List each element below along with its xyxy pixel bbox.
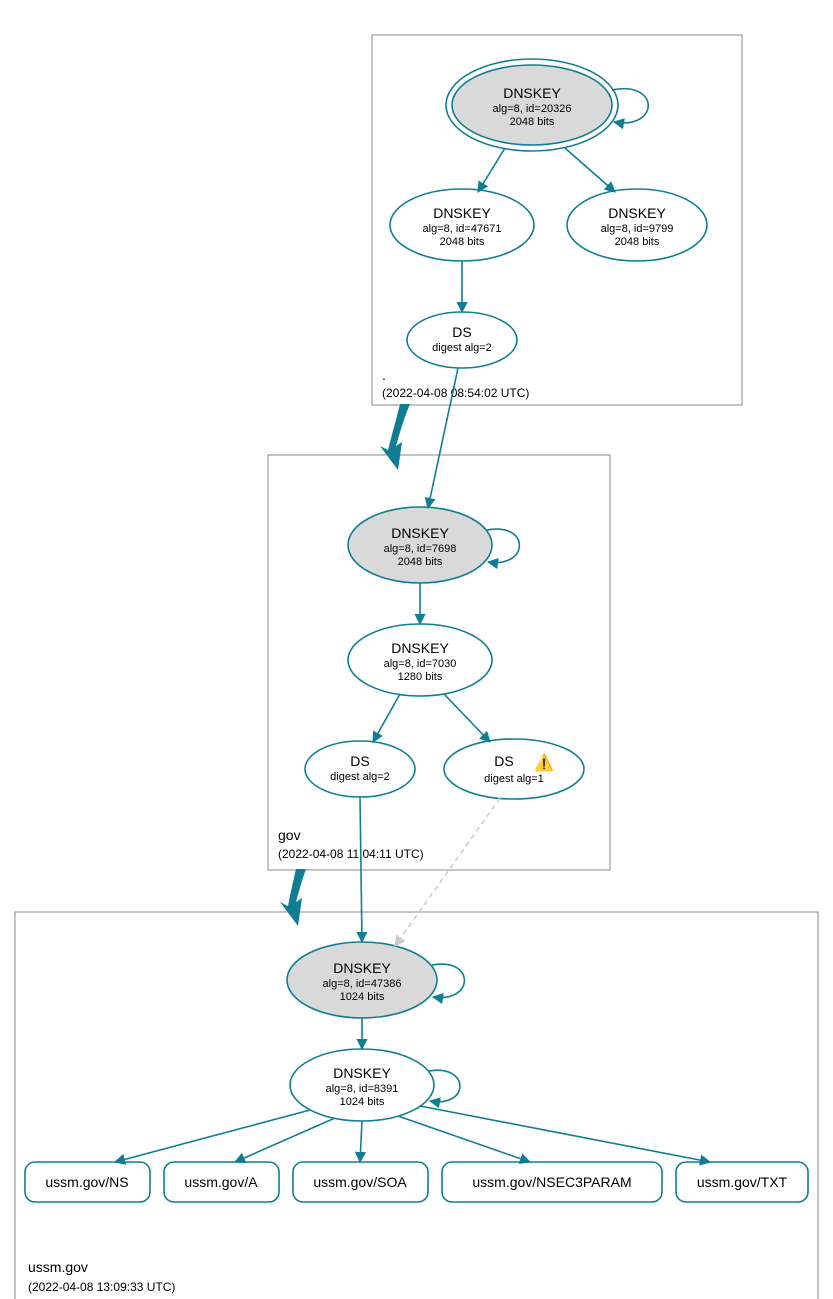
root-zsk2-sub1: alg=8, id=9799 [601, 223, 674, 235]
edge-zsk-soa [360, 1121, 362, 1162]
delegation-arrow-root-gov [380, 404, 410, 470]
node-rr-nsec3: ussm.gov/NSEC3PARAM [442, 1162, 662, 1202]
ussm-zsk-sub1: alg=8, id=8391 [326, 1083, 399, 1095]
root-ksk-title: DNSKEY [503, 85, 561, 101]
edge-govds2-ussmksk [395, 798, 500, 946]
ussm-ksk-title: DNSKEY [333, 960, 391, 976]
node-gov-ksk: DNSKEY alg=8, id=7698 2048 bits [348, 507, 492, 583]
edge-zsk-txt [420, 1106, 710, 1162]
node-root-ksk: DNSKEY alg=8, id=20326 2048 bits [446, 59, 618, 151]
zone-gov-timestamp: (2022-04-08 11:04:11 UTC) [278, 847, 424, 861]
gov-ksk-title: DNSKEY [391, 525, 449, 541]
edge-zsk-a [235, 1118, 335, 1162]
root-zsk1-title: DNSKEY [433, 205, 491, 221]
gov-ds2-sub1: digest alg=1 [484, 773, 544, 785]
ussm-ksk-sub1: alg=8, id=47386 [323, 978, 402, 990]
node-gov-zsk: DNSKEY alg=8, id=7030 1280 bits [348, 624, 492, 696]
gov-ds2-title: DS [494, 753, 513, 769]
gov-zsk-sub2: 1280 bits [398, 671, 443, 683]
zone-ussm-timestamp: (2022-04-08 13:09:33 UTC) [28, 1280, 175, 1294]
root-ds-title: DS [452, 324, 471, 340]
gov-ds1-title: DS [350, 753, 369, 769]
rr-a-label: ussm.gov/A [184, 1174, 258, 1190]
rr-txt-label: ussm.gov/TXT [697, 1174, 788, 1190]
edge-zsk-ns [115, 1110, 310, 1162]
edge-rootksk-zsk2 [565, 148, 615, 192]
node-rr-txt: ussm.gov/TXT [676, 1162, 808, 1202]
zone-gov-label: gov [278, 827, 301, 843]
warning-icon: ⚠️ [534, 753, 554, 772]
node-ussm-ksk: DNSKEY alg=8, id=47386 1024 bits [287, 942, 437, 1018]
node-gov-ds1: DS digest alg=2 [305, 741, 415, 797]
node-rr-soa: ussm.gov/SOA [293, 1162, 428, 1202]
edge-govzsk-ds2 [444, 694, 490, 742]
rr-ns-label: ussm.gov/NS [45, 1174, 128, 1190]
root-ksk-sub1: alg=8, id=20326 [493, 103, 572, 115]
dnssec-graph: . (2022-04-08 08:54:02 UTC) DNSKEY alg=8… [0, 0, 833, 1299]
root-zsk1-sub1: alg=8, id=47671 [423, 223, 502, 235]
node-rr-a: ussm.gov/A [164, 1162, 279, 1202]
edge-rootksk-zsk1 [478, 148, 505, 192]
root-ksk-sub2: 2048 bits [510, 116, 555, 128]
ussm-ksk-sub2: 1024 bits [340, 991, 385, 1003]
root-zsk1-sub2: 2048 bits [440, 236, 485, 248]
rr-soa-label: ussm.gov/SOA [313, 1174, 407, 1190]
delegation-arrow-gov-ussm [280, 869, 306, 926]
gov-ksk-sub2: 2048 bits [398, 556, 443, 568]
zone-root-timestamp: (2022-04-08 08:54:02 UTC) [382, 386, 529, 400]
node-rr-ns: ussm.gov/NS [25, 1162, 150, 1202]
zone-ussm-label: ussm.gov [28, 1259, 88, 1275]
gov-ksk-sub1: alg=8, id=7698 [384, 543, 457, 555]
zone-root-label: . [382, 367, 386, 383]
node-gov-ds2: DS ⚠️ digest alg=1 [444, 739, 584, 799]
ussm-zsk-title: DNSKEY [333, 1065, 391, 1081]
root-ds-sub1: digest alg=2 [432, 342, 492, 354]
root-zsk2-sub2: 2048 bits [615, 236, 660, 248]
node-root-zsk2: DNSKEY alg=8, id=9799 2048 bits [567, 189, 707, 261]
edge-govzsk-ds1 [373, 694, 400, 742]
node-ussm-zsk: DNSKEY alg=8, id=8391 1024 bits [290, 1049, 434, 1121]
edge-govds1-ussmksk [360, 797, 362, 942]
gov-zsk-sub1: alg=8, id=7030 [384, 658, 457, 670]
gov-ds1-sub1: digest alg=2 [330, 771, 390, 783]
node-root-zsk1: DNSKEY alg=8, id=47671 2048 bits [390, 189, 534, 261]
gov-zsk-title: DNSKEY [391, 640, 449, 656]
node-root-ds: DS digest alg=2 [407, 312, 517, 368]
root-zsk2-title: DNSKEY [608, 205, 666, 221]
rr-nsec3-label: ussm.gov/NSEC3PARAM [472, 1174, 631, 1190]
ussm-zsk-sub2: 1024 bits [340, 1096, 385, 1108]
